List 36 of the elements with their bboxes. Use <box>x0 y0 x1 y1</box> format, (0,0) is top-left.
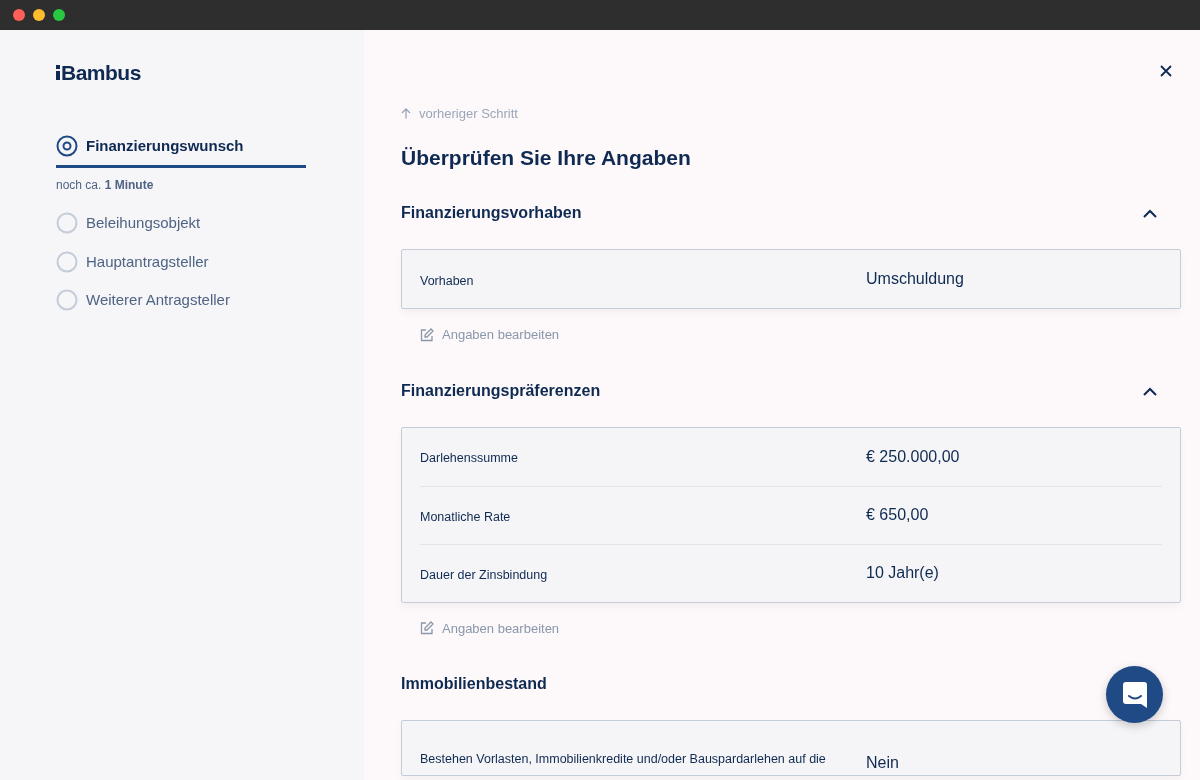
field-label: Vorhaben <box>420 272 475 290</box>
chat-button[interactable] <box>1106 666 1163 723</box>
field-value: Nein <box>866 753 899 773</box>
arrow-up-icon <box>401 108 411 120</box>
chat-icon <box>1121 680 1148 709</box>
field-label: Dauer der Zinsbindung <box>420 566 549 584</box>
section-title: Immobilienbestand <box>401 674 547 694</box>
logo-icon <box>56 65 60 81</box>
step-item[interactable]: Finanzierungswunsch <box>56 126 306 168</box>
field-value: Umschuldung <box>866 269 964 289</box>
edit-link[interactable]: Angaben bearbeiten <box>420 325 560 345</box>
maximize-window-dot[interactable] <box>53 9 65 21</box>
time-hint: noch ca. 1 Minute <box>56 177 155 194</box>
step-item[interactable]: Weiterer Antragsteller <box>56 281 306 320</box>
active-step-icon <box>56 134 78 157</box>
section-title: Finanzierungspräferenzen <box>401 380 601 401</box>
logo-text: Bambus <box>61 60 141 86</box>
pencil-icon <box>420 327 434 342</box>
minimize-window-dot[interactable] <box>33 9 45 21</box>
field-label: Monatliche Rate <box>420 508 512 526</box>
field-value: € 650,00 <box>866 505 929 525</box>
step-item[interactable]: Beleihungsobjekt <box>56 204 306 243</box>
step-circle-icon <box>56 289 78 312</box>
close-window-dot[interactable] <box>13 9 25 21</box>
close-icon <box>1160 64 1172 77</box>
field-value: 10 Jahr(e) <box>866 563 939 583</box>
step-item[interactable]: Hauptantragsteller <box>56 242 306 281</box>
field-label: Bestehen Vorlasten, Immobilienkredite und/oder Bauspardarlehen auf die <box>420 750 827 768</box>
edit-link[interactable]: Angaben bearbeiten <box>420 618 560 638</box>
step-circle-icon <box>56 250 78 273</box>
page-heading: Überprüfen Sie Ihre Angaben <box>401 144 692 171</box>
pencil-icon <box>420 621 434 636</box>
step-circle-icon <box>56 212 78 235</box>
field-value: € 250.000,00 <box>866 446 960 467</box>
section-title: Finanzierungsvorhaben <box>401 203 582 223</box>
field-label: Darlehenssumme <box>420 450 519 468</box>
